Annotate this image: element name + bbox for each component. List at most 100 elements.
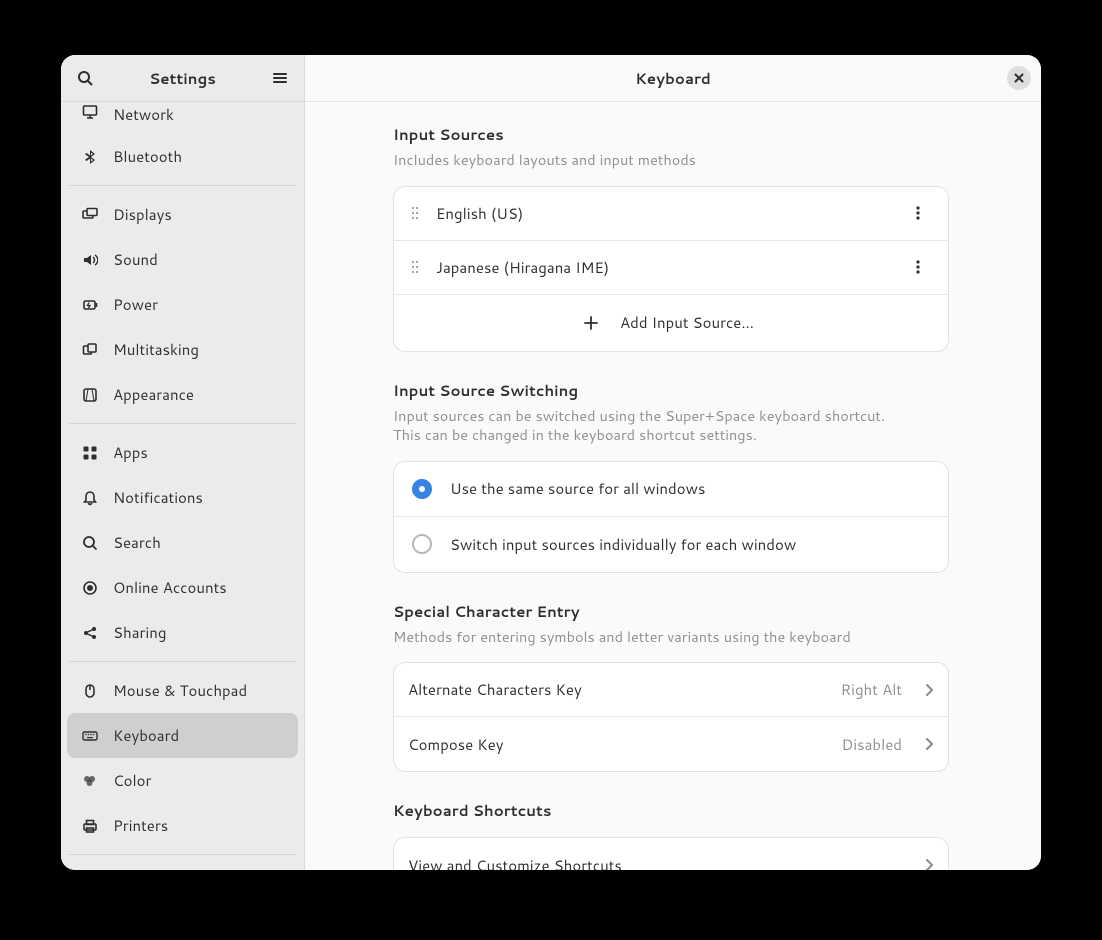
sidebar-item-sound[interactable]: Sound <box>61 237 304 282</box>
input-source-label: English (US) <box>436 203 892 224</box>
sharing-icon <box>81 625 99 641</box>
sidebar-item-label: Notifications <box>113 487 203 508</box>
sidebar-item-multitasking[interactable]: Multitasking <box>61 327 304 372</box>
section-shortcuts: Keyboard Shortcuts View and Customize Sh… <box>393 800 949 870</box>
sidebar-item-label: Keyboard <box>113 725 179 746</box>
sidebar-item-mouse[interactable]: Mouse & Touchpad <box>61 668 304 713</box>
sidebar-item-label: Search <box>113 532 161 553</box>
sidebar-item-color[interactable]: Color <box>61 758 304 803</box>
color-icon <box>81 773 99 789</box>
chevron-right-icon <box>922 858 936 870</box>
multitasking-icon <box>81 342 99 358</box>
appearance-icon <box>81 387 99 403</box>
alternate-characters-row[interactable]: Alternate Characters Key Right Alt <box>394 663 948 717</box>
row-menu-button[interactable] <box>906 205 930 221</box>
add-input-source-button[interactable]: Add Input Source… <box>394 295 948 351</box>
sidebar-item-label: Network <box>113 104 174 125</box>
sidebar-list: Network Bluetooth Displays Sound <box>61 102 304 870</box>
add-input-source-label: Add Input Source… <box>620 312 754 333</box>
power-icon <box>81 297 99 313</box>
sidebar-item-power[interactable]: Power <box>61 282 304 327</box>
sidebar-item-sharing[interactable]: Sharing <box>61 610 304 655</box>
sidebar-item-label: Printers <box>113 815 168 836</box>
sidebar-item-label: Apps <box>113 442 148 463</box>
section-title: Input Sources <box>393 124 949 145</box>
input-source-row[interactable]: Japanese (Hiragana IME) <box>394 241 948 295</box>
sidebar-item-keyboard[interactable]: Keyboard <box>67 713 298 758</box>
sidebar-item-apps[interactable]: Apps <box>61 430 304 475</box>
sidebar-header: Settings <box>61 55 304 102</box>
content-scroll: Input Sources Includes keyboard layouts … <box>305 102 1041 870</box>
sidebar-item-printers[interactable]: Printers <box>61 803 304 848</box>
section-subtitle: Methods for entering symbols and letter … <box>393 627 949 647</box>
section-title: Special Character Entry <box>393 601 949 622</box>
bluetooth-icon <box>81 149 99 165</box>
drag-handle-icon[interactable] <box>408 259 422 275</box>
row-label: Compose Key <box>408 734 828 755</box>
row-value: Disabled <box>842 734 902 755</box>
sidebar-separator <box>69 423 296 424</box>
switching-options: Use the same source for all windows Swit… <box>393 461 949 573</box>
section-switching: Input Source Switching Input sources can… <box>393 380 949 573</box>
close-icon <box>1014 73 1024 83</box>
close-button[interactable] <box>1007 66 1031 90</box>
sidebar-item-network[interactable]: Network <box>61 102 304 134</box>
radio-label: Use the same source for all windows <box>450 478 930 499</box>
monitor-icon <box>81 104 99 120</box>
apps-icon <box>81 445 99 461</box>
section-subtitle-line: This can be changed in the keyboard shor… <box>393 424 757 445</box>
view-shortcuts-row[interactable]: View and Customize Shortcuts <box>394 838 948 870</box>
switching-option-per-window[interactable]: Switch input sources individually for ea… <box>394 517 948 572</box>
section-subtitle: Input sources can be switched using the … <box>393 406 949 445</box>
compose-key-row[interactable]: Compose Key Disabled <box>394 717 948 771</box>
sidebar-item-label: Online Accounts <box>113 577 227 598</box>
sidebar-item-online-accounts[interactable]: Online Accounts <box>61 565 304 610</box>
keyboard-icon <box>81 728 99 744</box>
radio-button[interactable] <box>412 479 432 499</box>
sidebar-item-search[interactable]: Search <box>61 520 304 565</box>
sidebar: Settings Network Bluetooth <box>61 55 305 870</box>
main-header: Keyboard <box>305 55 1041 102</box>
section-title: Keyboard Shortcuts <box>393 800 949 821</box>
search-icon <box>81 535 99 551</box>
section-special: Special Character Entry Methods for ente… <box>393 601 949 773</box>
displays-icon <box>81 207 99 223</box>
section-subtitle-line: Input sources can be switched using the … <box>393 405 885 426</box>
sidebar-item-label: Color <box>113 770 151 791</box>
sidebar-item-label: Sound <box>113 249 158 270</box>
sidebar-item-label: Sharing <box>113 622 166 643</box>
chevron-right-icon <box>922 737 936 751</box>
sidebar-title: Settings <box>97 68 268 89</box>
radio-button[interactable] <box>412 534 432 554</box>
hamburger-icon[interactable] <box>268 66 292 90</box>
kebab-icon <box>916 205 920 221</box>
sidebar-item-appearance[interactable]: Appearance <box>61 372 304 417</box>
mouse-icon <box>81 683 99 699</box>
main-panel: Keyboard Input Sources Includes keyboard… <box>305 55 1041 870</box>
online-accounts-icon <box>81 580 99 596</box>
page-title: Keyboard <box>635 68 711 89</box>
sidebar-item-notifications[interactable]: Notifications <box>61 475 304 520</box>
sidebar-item-bluetooth[interactable]: Bluetooth <box>61 134 304 179</box>
kebab-icon <box>916 259 920 275</box>
special-entry-list: Alternate Characters Key Right Alt Compo… <box>393 662 949 772</box>
row-menu-button[interactable] <box>906 259 930 275</box>
sidebar-item-label: Appearance <box>113 384 194 405</box>
sidebar-item-label: Bluetooth <box>113 146 182 167</box>
row-label: View and Customize Shortcuts <box>408 855 908 870</box>
sidebar-item-label: Power <box>113 294 158 315</box>
section-input-sources: Input Sources Includes keyboard layouts … <box>393 124 949 352</box>
row-value: Right Alt <box>841 679 902 700</box>
shortcuts-list: View and Customize Shortcuts <box>393 837 949 870</box>
switching-option-same[interactable]: Use the same source for all windows <box>394 462 948 517</box>
sidebar-item-displays[interactable]: Displays <box>61 192 304 237</box>
drag-handle-icon[interactable] <box>408 205 422 221</box>
sidebar-separator <box>69 185 296 186</box>
plus-icon <box>584 316 598 330</box>
search-icon[interactable] <box>73 66 97 90</box>
input-source-row[interactable]: English (US) <box>394 187 948 241</box>
input-sources-list: English (US) Japanese (Hiragana IME) <box>393 186 949 352</box>
chevron-right-icon <box>922 683 936 697</box>
settings-window: Settings Network Bluetooth <box>61 55 1041 870</box>
sidebar-separator <box>69 854 296 855</box>
